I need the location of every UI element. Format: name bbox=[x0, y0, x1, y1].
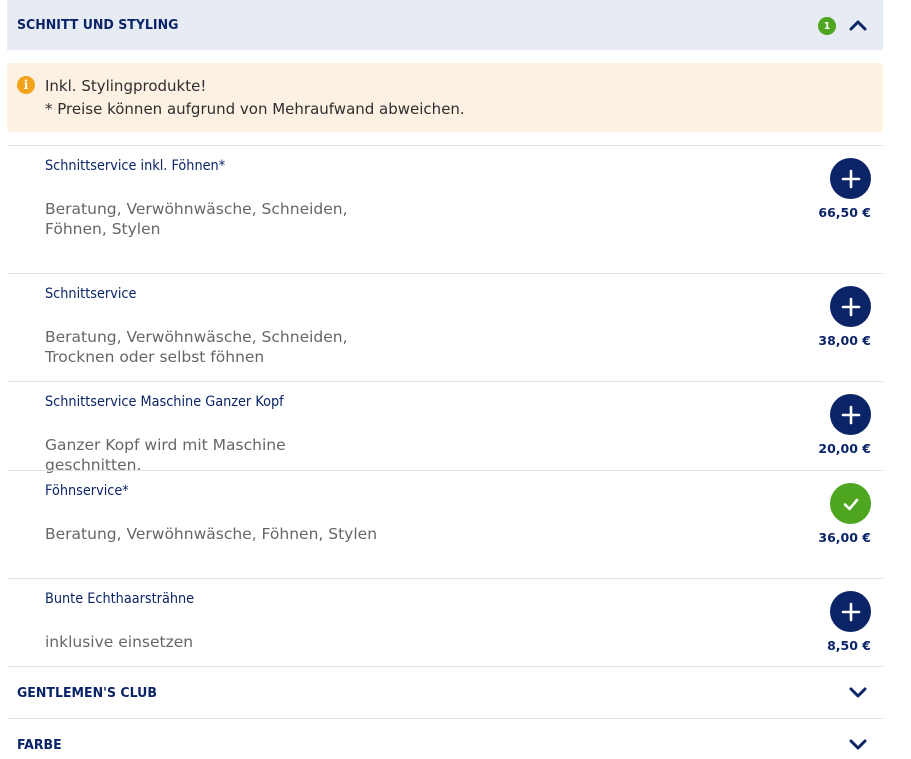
service-price: 38,00 € bbox=[818, 333, 871, 348]
selected-count-badge: 1 bbox=[818, 17, 836, 35]
service-item: Schnittservice Beratung, Verwöhnwäsche, … bbox=[7, 273, 883, 381]
info-icon: i bbox=[17, 76, 35, 94]
chevron-up-icon[interactable] bbox=[845, 15, 871, 35]
info-notice: i Inkl. Stylingprodukte! * Preise können… bbox=[7, 63, 883, 132]
service-title: Föhnservice* bbox=[45, 483, 129, 499]
plus-icon bbox=[841, 405, 860, 424]
service-price: 8,50 € bbox=[827, 638, 871, 653]
notice-line-1: Inkl. Stylingprodukte! bbox=[45, 77, 207, 95]
add-service-button[interactable] bbox=[830, 158, 871, 199]
service-item: Schnittservice inkl. Föhnen* Beratung, V… bbox=[7, 145, 883, 273]
section-title: SCHNITT UND STYLING bbox=[17, 17, 179, 33]
chevron-down-icon[interactable] bbox=[845, 735, 871, 755]
service-title: Schnittservice bbox=[45, 286, 137, 302]
chevron-down-icon[interactable] bbox=[845, 683, 871, 703]
section-title: FARBE bbox=[17, 736, 62, 753]
plus-icon bbox=[841, 169, 860, 188]
service-item: Schnittservice Maschine Ganzer Kopf Ganz… bbox=[7, 381, 883, 474]
service-price: 20,00 € bbox=[818, 441, 871, 456]
service-price: 66,50 € bbox=[818, 205, 871, 220]
section-header-gentlemens-club[interactable]: GENTLEMEN'S CLUB bbox=[7, 666, 883, 718]
notice-line-2: * Preise können aufgrund von Mehraufwand… bbox=[45, 100, 465, 118]
selected-service-button[interactable] bbox=[830, 483, 871, 524]
add-service-button[interactable] bbox=[830, 591, 871, 632]
section-header-farbe[interactable]: FARBE bbox=[7, 718, 883, 759]
service-description: Beratung, Verwöhnwäsche, Föhnen, Stylen bbox=[45, 525, 378, 543]
service-title: Bunte Echthaarsträhne bbox=[45, 591, 195, 607]
service-description: Beratung, Verwöhnwäsche, Schneiden, Troc… bbox=[45, 328, 348, 366]
service-item: Föhnservice* Beratung, Verwöhnwäsche, Fö… bbox=[7, 470, 883, 578]
service-description: inklusive einsetzen bbox=[45, 633, 194, 651]
service-description: Beratung, Verwöhnwäsche, Schneiden, Föhn… bbox=[45, 200, 348, 238]
section-header-schnitt-und-styling[interactable]: SCHNITT UND STYLING 1 bbox=[7, 0, 883, 50]
service-price: 36,00 € bbox=[818, 530, 871, 545]
plus-icon bbox=[841, 297, 860, 316]
plus-icon bbox=[841, 602, 860, 621]
service-title: Schnittservice inkl. Föhnen* bbox=[45, 158, 226, 174]
section-title: GENTLEMEN'S CLUB bbox=[17, 684, 157, 701]
service-title: Schnittservice Maschine Ganzer Kopf bbox=[45, 394, 284, 410]
checkmark-icon bbox=[843, 498, 858, 510]
service-item: Bunte Echthaarsträhne inklusive einsetze… bbox=[7, 578, 883, 666]
add-service-button[interactable] bbox=[830, 394, 871, 435]
add-service-button[interactable] bbox=[830, 286, 871, 327]
service-description: Ganzer Kopf wird mit Maschine geschnitte… bbox=[45, 436, 286, 474]
